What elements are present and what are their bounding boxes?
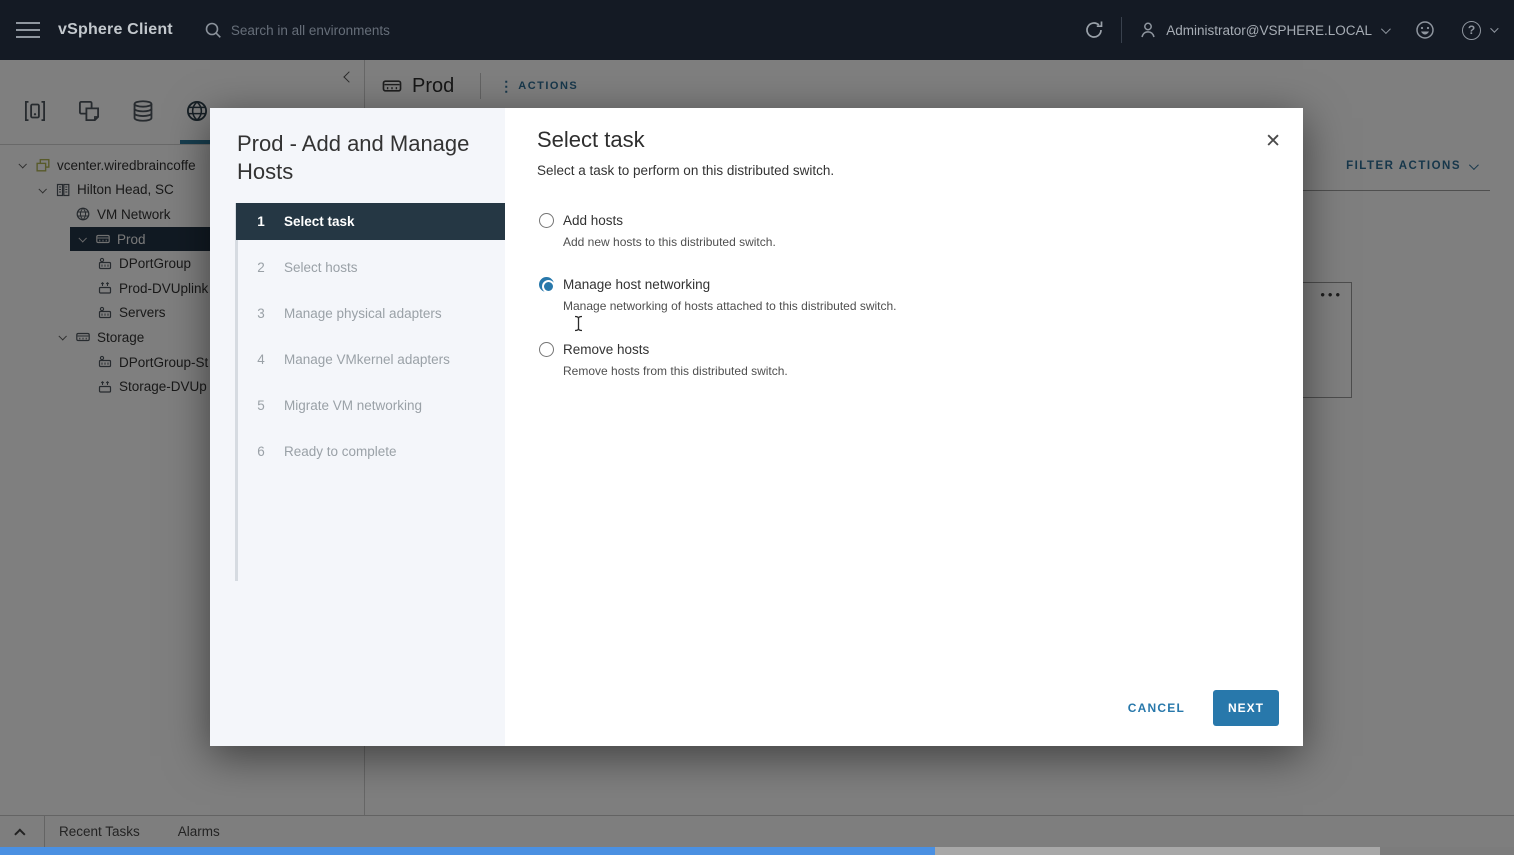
chevron-down-icon bbox=[1381, 24, 1391, 34]
wizard-step-4: 4 Manage VMkernel adapters bbox=[236, 341, 505, 378]
option-add-hosts: Add hosts Add new hosts to this distribu… bbox=[539, 213, 1263, 249]
scrollbar-track-end bbox=[1380, 847, 1514, 855]
scrollbar-track bbox=[935, 847, 1380, 855]
wizard-step-6: 6 Ready to complete bbox=[236, 433, 505, 470]
search-icon bbox=[203, 20, 223, 40]
wizard-sidebar: Prod - Add and Manage Hosts 1 Select tas… bbox=[210, 108, 505, 746]
horizontal-scrollbar[interactable] bbox=[0, 847, 1514, 855]
option-manage-host-networking: Manage host networking Manage networking… bbox=[539, 277, 1263, 313]
topbar-divider bbox=[1121, 17, 1122, 43]
topbar-right: Administrator@VSPHERE.LOCAL ? bbox=[1057, 17, 1496, 43]
refresh-icon[interactable] bbox=[1083, 19, 1105, 41]
wizard-content: ✕ Select task Select a task to perform o… bbox=[505, 108, 1303, 746]
user-menu[interactable]: Administrator@VSPHERE.LOCAL bbox=[1138, 20, 1388, 40]
scrollbar-thumb[interactable] bbox=[0, 847, 935, 855]
add-and-manage-hosts-dialog: Prod - Add and Manage Hosts 1 Select tas… bbox=[210, 108, 1303, 746]
app-title: vSphere Client bbox=[58, 21, 173, 39]
radio-add-hosts[interactable] bbox=[539, 213, 554, 228]
task-options: Add hosts Add new hosts to this distribu… bbox=[539, 213, 1263, 406]
option-description: Add new hosts to this distributed switch… bbox=[563, 235, 1263, 249]
wizard-steps: 1 Select task 2 Select hosts 3 Manage ph… bbox=[236, 203, 505, 479]
hamburger-menu-icon[interactable] bbox=[16, 17, 40, 43]
next-button[interactable]: NEXT bbox=[1213, 690, 1279, 726]
step-subtitle: Select a task to perform on this distrib… bbox=[537, 163, 834, 178]
global-search bbox=[203, 20, 1057, 40]
step-title: Select task bbox=[537, 127, 645, 153]
feedback-icon[interactable] bbox=[1414, 19, 1436, 41]
option-remove-hosts: Remove hosts Remove hosts from this dist… bbox=[539, 342, 1263, 378]
radio-manage-host-networking[interactable] bbox=[539, 277, 554, 292]
wizard-step-5: 5 Migrate VM networking bbox=[236, 387, 505, 424]
radio-remove-hosts[interactable] bbox=[539, 342, 554, 357]
search-input[interactable] bbox=[231, 23, 651, 38]
user-icon bbox=[1138, 20, 1158, 40]
user-name: Administrator@VSPHERE.LOCAL bbox=[1166, 23, 1372, 38]
cancel-button[interactable]: CANCEL bbox=[1128, 701, 1185, 715]
chevron-down-icon bbox=[1490, 24, 1498, 32]
close-icon[interactable]: ✕ bbox=[1265, 132, 1281, 151]
text-cursor bbox=[573, 315, 584, 332]
help-icon: ? bbox=[1462, 21, 1481, 40]
wizard-footer: CANCEL NEXT bbox=[1128, 690, 1279, 726]
option-description: Manage networking of hosts attached to t… bbox=[563, 299, 1263, 313]
help-menu[interactable]: ? bbox=[1462, 21, 1496, 40]
wizard-step-2: 2 Select hosts bbox=[236, 249, 505, 286]
wizard-title: Prod - Add and Manage Hosts bbox=[237, 130, 487, 186]
top-bar: vSphere Client Administrator@VSPHERE.LOC… bbox=[0, 0, 1514, 60]
wizard-step-3: 3 Manage physical adapters bbox=[236, 295, 505, 332]
option-description: Remove hosts from this distributed switc… bbox=[563, 364, 1263, 378]
wizard-step-1[interactable]: 1 Select task bbox=[236, 203, 505, 240]
